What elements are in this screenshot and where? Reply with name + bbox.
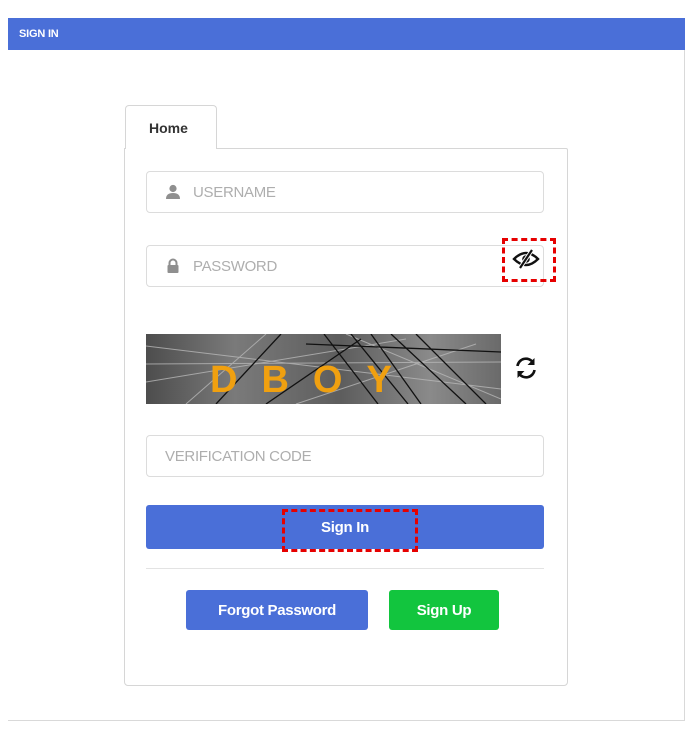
password-field[interactable] [146,245,544,287]
window-title: SIGN IN [8,18,685,50]
username-field[interactable] [146,171,544,213]
forgot-password-button[interactable]: Forgot Password [186,590,368,630]
lock-icon [165,258,181,274]
sign-in-button[interactable]: Sign In [146,505,544,549]
verification-code-field[interactable] [146,435,544,477]
tab-home[interactable]: Home [125,105,217,149]
sign-up-button[interactable]: Sign Up [389,590,499,630]
verification-code-input[interactable] [165,437,525,475]
refresh-icon [513,355,539,386]
captcha-text: DBOY [210,359,416,401]
divider [146,568,544,569]
password-input[interactable] [193,247,523,285]
sign-in-page: SIGN IN Home USERNAME DBOY VERIFICATION … [0,0,700,730]
user-icon [165,184,181,200]
refresh-captcha-button[interactable] [511,355,541,385]
eye-slash-icon [512,248,540,275]
captcha-image: DBOY [146,334,501,404]
toggle-password-visibility-button[interactable] [506,244,546,278]
username-input[interactable] [193,173,523,211]
